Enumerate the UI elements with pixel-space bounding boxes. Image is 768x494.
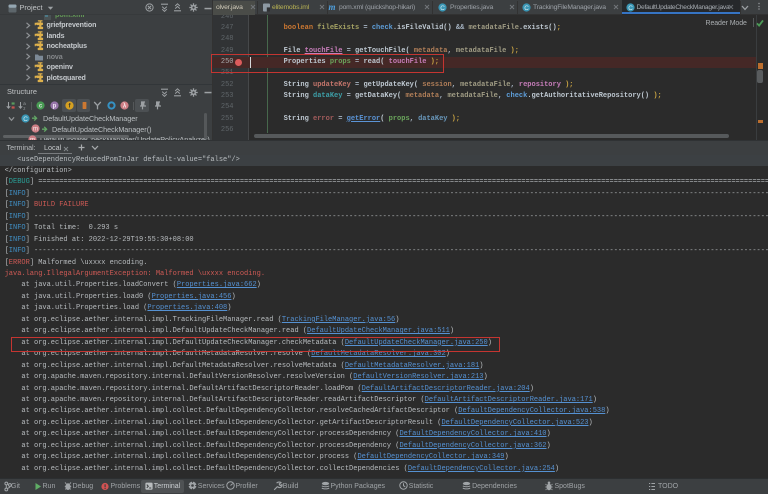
svg-text:C: C [23,115,28,122]
svg-text:C: C [628,5,633,12]
svg-text:C: C [440,5,445,12]
svg-text:p: p [53,104,57,110]
svg-text:z: z [23,106,26,111]
svg-text:m: m [33,127,38,133]
svg-text:C: C [524,5,529,12]
